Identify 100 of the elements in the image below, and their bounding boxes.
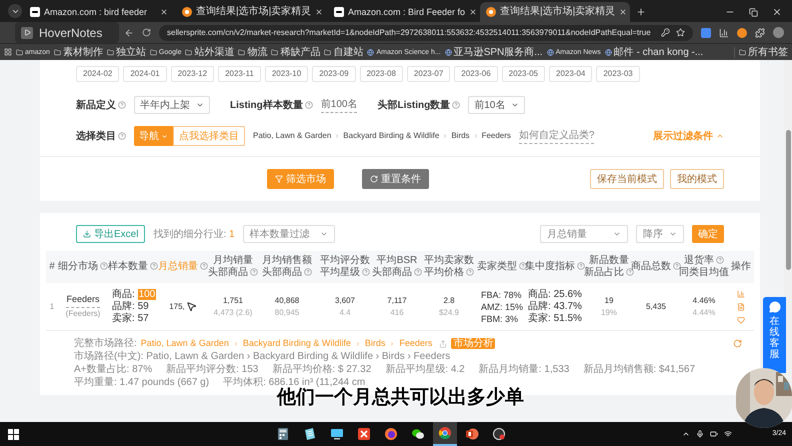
column-header[interactable]: 样本数量	[108, 261, 158, 273]
restore-icon[interactable]	[749, 8, 758, 16]
column-header[interactable]: 细分市场	[58, 261, 108, 273]
help-icon[interactable]	[150, 262, 158, 270]
close-icon[interactable]	[772, 7, 782, 17]
month-chip[interactable]: 2023-07	[406, 66, 450, 82]
browser-tab[interactable]: Amazon.com : Bird Feeder fo	[328, 2, 478, 22]
help-icon[interactable]	[716, 256, 724, 264]
column-header[interactable]: 平均评分数 平均星级	[316, 255, 374, 279]
tab-menu-icon[interactable]	[8, 4, 22, 18]
close-icon[interactable]	[160, 8, 168, 16]
breadcrumb-link[interactable]: Backyard Birding & Wildlife	[343, 130, 440, 142]
column-header[interactable]: 卖家类型	[478, 261, 526, 273]
all-bookmarks[interactable]: 所有书签	[734, 46, 788, 58]
battery-icon[interactable]	[710, 430, 718, 438]
help-icon[interactable]	[304, 268, 312, 276]
bookmark[interactable]: 素材制作	[54, 46, 103, 58]
top-count-select[interactable]: 前10名	[468, 96, 526, 114]
help-icon[interactable]	[118, 100, 126, 108]
sample-count-text: 卖家: 57	[112, 312, 149, 324]
sort-order-select[interactable]: 降序	[636, 225, 684, 243]
translate-icon[interactable]	[701, 28, 711, 38]
month-chip[interactable]: 2023-06	[454, 66, 498, 82]
help-icon[interactable]	[200, 262, 208, 270]
month-chip[interactable]: 2023-09	[312, 66, 356, 82]
bookmark[interactable]: 站外渠道	[185, 46, 234, 58]
column-header[interactable]: 操作	[730, 261, 752, 273]
sample-count-text: 商品: 100	[112, 288, 156, 300]
new-product-select[interactable]: 半年内上架	[134, 96, 210, 114]
key-icon[interactable]	[661, 28, 670, 37]
help-icon[interactable]	[519, 262, 527, 270]
help-icon[interactable]	[452, 100, 460, 108]
caret-icon	[613, 230, 621, 238]
field-label: 新品定义	[76, 98, 126, 112]
bookmark[interactable]: 邮件 - chan kong -...	[604, 46, 704, 58]
chart-extension-icon[interactable]	[719, 28, 729, 38]
save-mode-button[interactable]: 保存当前模式	[590, 169, 664, 189]
hovernotes-overlay[interactable]: HoverNotes	[15, 22, 119, 43]
sprite-extension-icon[interactable]	[737, 28, 747, 38]
bookmark[interactable]: 亚马逊SPN服务商...	[444, 46, 543, 58]
help-icon[interactable]	[100, 262, 108, 270]
month-chip[interactable]: 2023-10	[264, 66, 308, 82]
column-header[interactable]: 月均销售额 头部商品	[258, 255, 316, 279]
help-icon[interactable]	[250, 268, 258, 276]
bookmark[interactable]: 独立站	[106, 46, 146, 58]
microphone-icon[interactable]	[696, 430, 704, 438]
reset-button[interactable]: 重置条件	[362, 169, 429, 189]
column-header[interactable]: 平均BSR 头部商品	[374, 255, 420, 279]
help-icon[interactable]	[466, 268, 474, 276]
month-chip[interactable]: 2024-02	[76, 66, 120, 82]
chat-widget[interactable]: 在线客服	[763, 297, 786, 373]
month-chip[interactable]: 2023-08	[360, 66, 403, 82]
month-chip[interactable]: 2023-03	[596, 66, 640, 82]
month-chip[interactable]: 2024-01	[123, 66, 167, 82]
month-chip[interactable]: 2023-11	[218, 66, 261, 82]
taskbar-app[interactable]	[432, 422, 457, 446]
month-chip[interactable]: 2023-05	[502, 66, 545, 82]
help-icon[interactable]	[304, 100, 313, 108]
column-header[interactable]: 平均卖家数 平均价格	[420, 255, 478, 279]
back-icon[interactable]	[124, 28, 134, 38]
bookmark[interactable]: 物流	[238, 46, 268, 58]
extensions-icon[interactable]	[755, 28, 765, 38]
help-icon[interactable]	[362, 268, 370, 276]
help-icon[interactable]	[414, 268, 422, 276]
help-icon[interactable]	[673, 262, 681, 270]
close-icon[interactable]	[315, 8, 324, 16]
browser-tab[interactable]: 查询结果|选市场|卖家精灵	[176, 2, 326, 22]
browser-tab[interactable]: Amazon.com : bird feeder	[24, 2, 174, 22]
breadcrumb-link[interactable]: Birds	[451, 130, 470, 142]
windows-start-icon[interactable]	[8, 428, 19, 440]
star-icon[interactable]	[676, 28, 685, 37]
month-chip[interactable]: 2023-12	[170, 66, 214, 82]
sort-field-select[interactable]: 月总销量	[540, 225, 628, 243]
close-icon[interactable]	[469, 8, 478, 16]
help-link[interactable]: 如何自定义品类?	[518, 128, 594, 144]
my-mode-button[interactable]: 我的模式	[670, 169, 724, 189]
scrollbar-thumb[interactable]	[786, 130, 790, 270]
market-name-link[interactable]: Feeders	[66, 293, 100, 308]
column-header[interactable]: 退货率 同类目均值	[678, 255, 730, 279]
column-header[interactable]: 集中度指标	[526, 261, 584, 273]
new-tab-icon[interactable]	[636, 7, 646, 17]
bookmark[interactable]: 自建站	[324, 46, 364, 58]
browser-tab[interactable]: 查询结果|选市场|卖家精灵	[480, 2, 630, 22]
help-icon[interactable]	[118, 132, 126, 140]
wifi-icon[interactable]	[724, 430, 732, 438]
month-chip[interactable]: 2023-04	[549, 66, 592, 82]
close-icon[interactable]	[619, 8, 628, 16]
bookmark[interactable]: 稀缺产品	[271, 46, 320, 58]
stat-text: 新品平均星级: 4.2	[385, 363, 465, 376]
reload-icon[interactable]	[142, 28, 151, 37]
breadcrumb-link[interactable]: Feeders	[482, 130, 511, 142]
breadcrumb-link[interactable]: Patio, Lawn & Garden	[253, 130, 332, 142]
column-header[interactable]: #	[46, 261, 58, 273]
sample-count-value[interactable]: 前100名	[320, 97, 358, 113]
sample-filter-select[interactable]: 样本数量过滤	[242, 225, 335, 243]
help-icon[interactable]	[577, 262, 585, 270]
address-bar[interactable]: sellersprite.com/cn/v2/market-research?marketId=1&nodeIdPath=2972638011:553632:4532514011:3563979011&nodeIdPathEqual=true	[159, 24, 693, 40]
apps-icon[interactable]	[4, 48, 12, 56]
avatar-icon[interactable]	[773, 27, 784, 38]
column-header[interactable]: 月均销量 头部商品	[208, 255, 258, 279]
